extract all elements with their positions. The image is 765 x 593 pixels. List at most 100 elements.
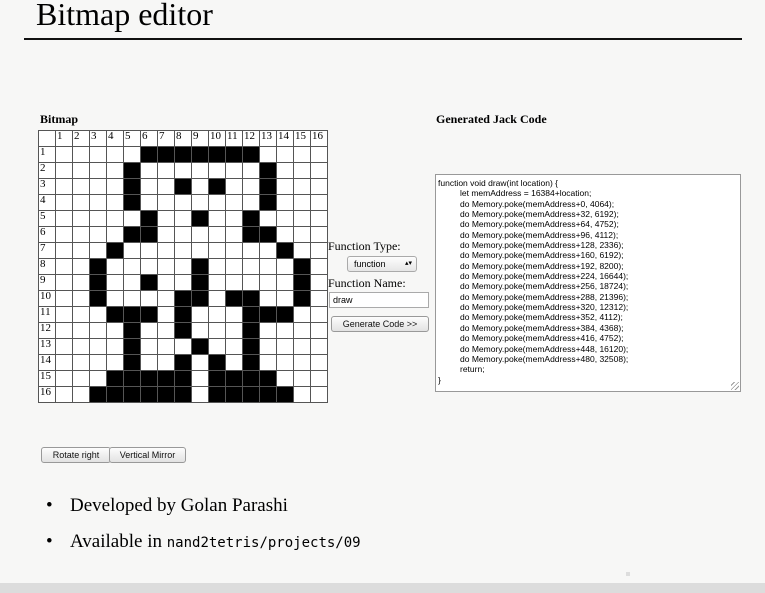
pixel-cell[interactable]: [259, 370, 277, 387]
pixel-cell[interactable]: [191, 258, 209, 275]
pixel-cell[interactable]: [106, 290, 124, 307]
pixel-cell[interactable]: [293, 226, 311, 243]
pixel-cell[interactable]: [293, 370, 311, 387]
pixel-cell[interactable]: [106, 194, 124, 211]
pixel-cell[interactable]: [55, 210, 73, 227]
pixel-cell[interactable]: [106, 354, 124, 371]
pixel-cell[interactable]: [89, 322, 107, 339]
rotate-right-button[interactable]: Rotate right: [41, 447, 111, 463]
pixel-cell[interactable]: [140, 162, 158, 179]
pixel-cell[interactable]: [310, 146, 328, 163]
pixel-cell[interactable]: [123, 162, 141, 179]
pixel-cell[interactable]: [276, 226, 294, 243]
pixel-cell[interactable]: [89, 210, 107, 227]
pixel-cell[interactable]: [242, 322, 260, 339]
pixel-cell[interactable]: [208, 386, 226, 403]
pixel-cell[interactable]: [310, 306, 328, 323]
pixel-cell[interactable]: [191, 274, 209, 291]
pixel-cell[interactable]: [276, 178, 294, 195]
pixel-cell[interactable]: [276, 354, 294, 371]
pixel-cell[interactable]: [89, 338, 107, 355]
pixel-cell[interactable]: [72, 258, 90, 275]
pixel-cell[interactable]: [208, 322, 226, 339]
pixel-cell[interactable]: [276, 162, 294, 179]
pixel-cell[interactable]: [310, 338, 328, 355]
pixel-cell[interactable]: [293, 242, 311, 259]
pixel-cell[interactable]: [208, 274, 226, 291]
pixel-cell[interactable]: [72, 354, 90, 371]
pixel-cell[interactable]: [55, 258, 73, 275]
pixel-cell[interactable]: [106, 146, 124, 163]
pixel-cell[interactable]: [89, 258, 107, 275]
pixel-cell[interactable]: [140, 370, 158, 387]
pixel-cell[interactable]: [174, 210, 192, 227]
pixel-cell[interactable]: [191, 210, 209, 227]
pixel-cell[interactable]: [123, 370, 141, 387]
pixel-cell[interactable]: [89, 178, 107, 195]
pixel-cell[interactable]: [123, 386, 141, 403]
pixel-cell[interactable]: [310, 210, 328, 227]
pixel-cell[interactable]: [140, 338, 158, 355]
pixel-cell[interactable]: [106, 162, 124, 179]
pixel-cell[interactable]: [276, 306, 294, 323]
pixel-cell[interactable]: [225, 226, 243, 243]
pixel-cell[interactable]: [225, 274, 243, 291]
pixel-cell[interactable]: [208, 306, 226, 323]
pixel-cell[interactable]: [242, 386, 260, 403]
pixel-cell[interactable]: [191, 322, 209, 339]
pixel-cell[interactable]: [106, 242, 124, 259]
pixel-cell[interactable]: [106, 370, 124, 387]
pixel-cell[interactable]: [157, 290, 175, 307]
pixel-cell[interactable]: [157, 386, 175, 403]
pixel-cell[interactable]: [225, 354, 243, 371]
pixel-cell[interactable]: [310, 370, 328, 387]
pixel-cell[interactable]: [208, 370, 226, 387]
pixel-cell[interactable]: [259, 386, 277, 403]
pixel-cell[interactable]: [72, 194, 90, 211]
pixel-cell[interactable]: [157, 338, 175, 355]
pixel-cell[interactable]: [293, 274, 311, 291]
pixel-cell[interactable]: [106, 386, 124, 403]
pixel-cell[interactable]: [89, 306, 107, 323]
pixel-cell[interactable]: [72, 146, 90, 163]
pixel-cell[interactable]: [55, 322, 73, 339]
pixel-cell[interactable]: [259, 258, 277, 275]
pixel-cell[interactable]: [72, 242, 90, 259]
pixel-cell[interactable]: [123, 290, 141, 307]
pixel-cell[interactable]: [106, 306, 124, 323]
pixel-cell[interactable]: [89, 354, 107, 371]
pixel-cell[interactable]: [174, 322, 192, 339]
pixel-cell[interactable]: [242, 258, 260, 275]
pixel-cell[interactable]: [293, 386, 311, 403]
pixel-cell[interactable]: [225, 290, 243, 307]
pixel-cell[interactable]: [123, 338, 141, 355]
pixel-cell[interactable]: [310, 258, 328, 275]
pixel-cell[interactable]: [208, 258, 226, 275]
pixel-cell[interactable]: [72, 370, 90, 387]
function-type-select[interactable]: function ▴▾: [347, 256, 417, 272]
pixel-cell[interactable]: [293, 162, 311, 179]
pixel-cell[interactable]: [123, 146, 141, 163]
pixel-cell[interactable]: [140, 290, 158, 307]
pixel-cell[interactable]: [55, 274, 73, 291]
pixel-cell[interactable]: [208, 290, 226, 307]
pixel-cell[interactable]: [89, 370, 107, 387]
pixel-cell[interactable]: [140, 194, 158, 211]
pixel-cell[interactable]: [140, 242, 158, 259]
pixel-cell[interactable]: [55, 386, 73, 403]
pixel-cell[interactable]: [191, 370, 209, 387]
pixel-cell[interactable]: [225, 210, 243, 227]
pixel-cell[interactable]: [259, 226, 277, 243]
pixel-cell[interactable]: [157, 210, 175, 227]
pixel-cell[interactable]: [293, 258, 311, 275]
pixel-cell[interactable]: [72, 226, 90, 243]
pixel-cell[interactable]: [191, 162, 209, 179]
pixel-cell[interactable]: [225, 322, 243, 339]
pixel-cell[interactable]: [157, 274, 175, 291]
pixel-cell[interactable]: [242, 194, 260, 211]
pixel-cell[interactable]: [140, 354, 158, 371]
pixel-cell[interactable]: [72, 290, 90, 307]
pixel-cell[interactable]: [140, 258, 158, 275]
pixel-cell[interactable]: [123, 242, 141, 259]
pixel-cell[interactable]: [174, 290, 192, 307]
